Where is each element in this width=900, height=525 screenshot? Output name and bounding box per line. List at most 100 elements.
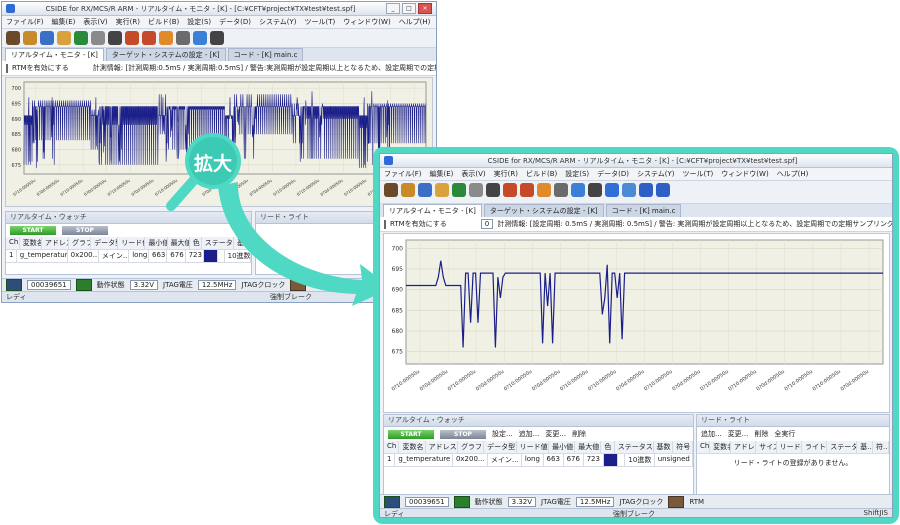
toolbar-icon[interactable] (435, 183, 449, 197)
trace-action-button[interactable]: 追加... (701, 429, 722, 439)
toolbar-icon[interactable] (401, 183, 415, 197)
x-tick-label: 0?0d:00050u (83, 177, 108, 196)
minimize-button[interactable]: _ (386, 3, 400, 14)
menu-item[interactable]: ヘルプ(H) (777, 169, 809, 179)
menu-item[interactable]: データ(D) (219, 17, 251, 27)
tab[interactable]: コード - [K] main.c (227, 48, 304, 61)
toolbar-icon[interactable] (125, 31, 139, 45)
watch-action-button[interactable]: 追加... (519, 429, 540, 439)
toolbar-icon[interactable] (554, 183, 568, 197)
toolbar-icon[interactable] (210, 31, 224, 45)
tab[interactable]: ターゲット・システムの設定 - [K] (483, 204, 604, 217)
rtm-label: RTM (311, 281, 327, 289)
rtm-enable-label: RTMを有効にする (12, 64, 69, 72)
toolbar-icon[interactable] (418, 183, 432, 197)
y-tick-label: 675 (392, 349, 404, 356)
rtm-enable-checkbox[interactable] (6, 63, 8, 73)
menu-item[interactable]: ファイル(F) (6, 17, 44, 27)
tab[interactable]: リアルタイム・モニタ - [K] (383, 204, 482, 217)
run-state-icon (75, 279, 92, 291)
small-menu-bar: ファイル(F) 編集(E) 表示(V) 実行(R) ビルド(B) 設定(S) データ(D) シ… (2, 16, 436, 29)
toolbar-icon[interactable] (639, 183, 653, 197)
trace-action-button[interactable]: 削除 (754, 429, 768, 439)
status-value: 00039651 (27, 280, 71, 290)
menu-item[interactable]: ツール(T) (683, 169, 714, 179)
y-tick-label: 675 (11, 163, 21, 169)
watch-action-button[interactable]: 設定... (492, 429, 513, 439)
table-cell: long (129, 250, 149, 262)
menu-item[interactable]: ビルド(B) (526, 169, 557, 179)
menu-item[interactable]: ファイル(F) (384, 169, 422, 179)
menu-item[interactable]: ヘルプ(H) (399, 17, 431, 27)
menu-item[interactable]: ウィンドウ(W) (721, 169, 768, 179)
toolbar-icon[interactable] (159, 31, 173, 45)
column-header: ステータス (202, 237, 234, 249)
toolbar-icon[interactable] (520, 183, 534, 197)
toolbar-icon[interactable] (40, 31, 54, 45)
toolbar-icon[interactable] (656, 183, 670, 197)
close-button[interactable]: × (418, 3, 432, 14)
table-row[interactable]: 1 g_temperature 0x200... メイン... long 663 676 72… (384, 454, 693, 467)
large-realtime-graph[interactable]: 700 695 690 685 680 675 0?10:00050u 0?0d:00050u… (383, 233, 890, 413)
start-button[interactable]: START (388, 429, 434, 439)
toolbar-icon[interactable] (622, 183, 636, 197)
toolbar-icon[interactable] (142, 31, 156, 45)
menu-item[interactable]: 設定(S) (187, 17, 211, 27)
trace-action-button[interactable]: 変更... (728, 429, 749, 439)
table-cell: unsigned (655, 454, 693, 466)
menu-item[interactable]: 表示(V) (83, 17, 107, 27)
trace-action-button[interactable]: 全実行 (774, 429, 795, 439)
toolbar-icon[interactable] (486, 183, 500, 197)
toolbar-icon[interactable] (23, 31, 37, 45)
toolbar-icon[interactable] (91, 31, 105, 45)
menu-item[interactable]: 実行(R) (494, 169, 518, 179)
measurement-info: 計測情報: [設定周期: 0.5mS / 実測周期: 0.5mS] / 警告: … (497, 220, 892, 228)
menu-item[interactable]: 設定(S) (565, 169, 589, 179)
tab[interactable]: ターゲット・システムの設定 - [K] (105, 48, 226, 61)
menu-item[interactable]: データ(D) (597, 169, 629, 179)
toolbar-icon[interactable] (193, 31, 207, 45)
watch-action-button[interactable]: 削除 (572, 429, 586, 439)
menu-item[interactable]: 実行(R) (116, 17, 140, 27)
menu-item[interactable]: 編集(E) (52, 17, 76, 27)
watch-action-button[interactable]: 変更... (545, 429, 566, 439)
toolbar-icon[interactable] (571, 183, 585, 197)
toolbar-icon[interactable] (469, 183, 483, 197)
toolbar-icon[interactable] (57, 31, 71, 45)
menu-item[interactable]: ツール(T) (305, 17, 336, 27)
column-header: アドレス (426, 441, 459, 453)
table-cell: 663 (544, 454, 564, 466)
menu-item[interactable]: システム(Y) (259, 17, 297, 27)
column-header: グラフ (458, 441, 485, 453)
stop-button[interactable]: STOP (440, 429, 486, 439)
table-row[interactable]: 1 g_temperature 0x200... メイン... long 663 676 72… (6, 250, 251, 263)
x-tick-label: 0?10:00050u (559, 369, 589, 393)
menu-item[interactable]: システム(Y) (637, 169, 675, 179)
small-realtime-graph[interactable]: 700 695 690 685 680 675 0?10:00050u 0?0d:00050u… (5, 77, 433, 207)
start-button[interactable]: START (10, 226, 56, 235)
column-header: 色 (190, 237, 202, 249)
menu-item[interactable]: ビルド(B) (148, 17, 179, 27)
tab[interactable]: リアルタイム・モニタ - [K] (5, 48, 104, 61)
menu-item[interactable]: ウィンドウ(W) (343, 17, 390, 27)
toolbar-icon[interactable] (605, 183, 619, 197)
maximize-button[interactable]: □ (402, 3, 416, 14)
toolbar-icon[interactable] (74, 31, 88, 45)
y-tick-label: 695 (392, 266, 404, 273)
rtm-enable-checkbox[interactable] (384, 219, 386, 229)
toolbar-icon[interactable] (588, 183, 602, 197)
toolbar-icon[interactable] (384, 183, 398, 197)
toolbar-icon[interactable] (537, 183, 551, 197)
toolbar-icon[interactable] (6, 31, 20, 45)
toolbar-icon[interactable] (176, 31, 190, 45)
toolbar-icon[interactable] (503, 183, 517, 197)
stop-button[interactable]: STOP (62, 226, 108, 235)
menu-item[interactable]: 表示(V) (461, 169, 485, 179)
run-state-label: 動作状態 (96, 281, 125, 289)
tab[interactable]: コード - [K] main.c (605, 204, 682, 217)
menu-item[interactable]: 編集(E) (430, 169, 454, 179)
x-tick-label: 0?10:00050u (699, 369, 729, 393)
period-input[interactable]: 0 (480, 219, 494, 229)
toolbar-icon[interactable] (452, 183, 466, 197)
toolbar-icon[interactable] (108, 31, 122, 45)
